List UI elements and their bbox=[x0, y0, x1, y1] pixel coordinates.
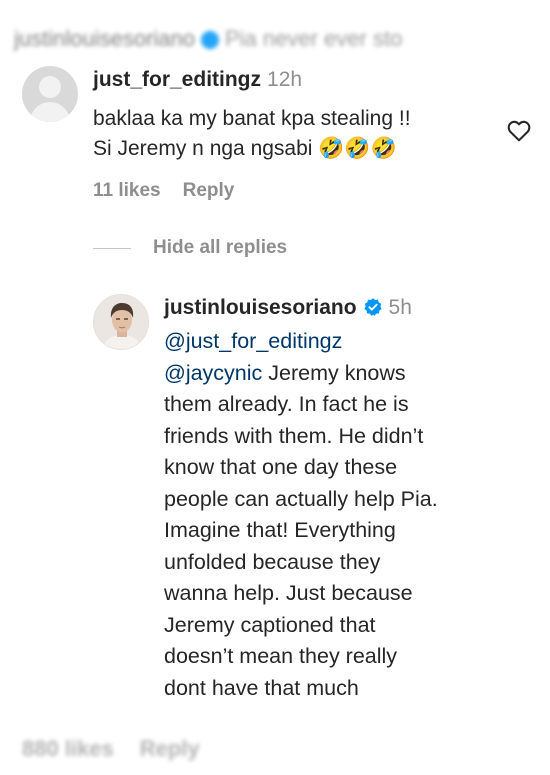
blurred-reply: Reply bbox=[139, 736, 200, 761]
hide-replies-label[interactable]: Hide all replies bbox=[153, 237, 287, 258]
comment-line-1: baklaa ka my banat kpa stealing !! bbox=[93, 107, 411, 130]
blurred-username: justinlouisesoriano bbox=[14, 26, 195, 51]
reply-line: Imagine that! Everything bbox=[164, 518, 396, 542]
reply-line: them already. In fact he is bbox=[164, 392, 409, 416]
reply-time: 5h bbox=[388, 296, 412, 319]
comment-header: just_for_editingz 12h bbox=[93, 68, 302, 92]
reply-mention-line: @just_for_editingz bbox=[164, 326, 544, 358]
hide-replies-toggle[interactable]: Hide all replies bbox=[93, 237, 287, 261]
reply-line-1: @jaycynic Jeremy knows bbox=[164, 358, 544, 390]
comment-text: baklaa ka my banat kpa stealing !! Si Je… bbox=[93, 104, 503, 164]
blurred-next-comment-meta: 880 likes Reply bbox=[0, 712, 550, 775]
heart-outline-icon[interactable] bbox=[506, 118, 532, 144]
reply-line: friends with them. He didn’t bbox=[164, 423, 424, 448]
reply-line: people can actually help Pia. bbox=[164, 486, 438, 511]
reply-header: justinlouisesoriano 5h bbox=[164, 296, 412, 320]
hide-replies-divider bbox=[93, 247, 131, 249]
reply-line: doesn’t mean they really bbox=[164, 644, 398, 668]
verified-badge-icon bbox=[363, 298, 382, 316]
reply-line: dont have that much bbox=[164, 675, 359, 700]
reply-username[interactable]: justinlouisesoriano bbox=[164, 296, 357, 319]
comment-likes-count[interactable]: 11 likes bbox=[93, 180, 161, 201]
reply-text: @just_for_editingz @jaycynic Jeremy know… bbox=[164, 326, 544, 704]
profile-photo-icon bbox=[94, 295, 148, 349]
reply-line: Jeremy captioned that bbox=[164, 612, 376, 637]
comment-time: 12h bbox=[267, 68, 303, 91]
blurred-previous-comment: justinlouisesoriano Pia never ever sto bbox=[0, 0, 550, 56]
blurred-verified-icon bbox=[201, 31, 219, 49]
reply-line-text: Jeremy knows bbox=[262, 360, 406, 385]
comment-username[interactable]: just_for_editingz bbox=[93, 68, 261, 91]
mention-link[interactable]: @jaycynic bbox=[164, 361, 262, 385]
reply-line: unfolded because they bbox=[164, 549, 381, 574]
comment-meta: 11 likes Reply bbox=[93, 180, 234, 202]
blurred-comment-text: Pia never ever sto bbox=[225, 26, 403, 51]
blurred-likes: 880 likes bbox=[22, 736, 114, 761]
default-avatar-icon[interactable] bbox=[22, 66, 78, 122]
comment-reply-button[interactable]: Reply bbox=[183, 180, 235, 201]
comment-line-2: Si Jeremy n nga ngsabi 🤣🤣🤣 bbox=[93, 137, 397, 160]
blurred-meta-text: 880 likes Reply bbox=[22, 736, 200, 762]
blurred-previous-comment-text: justinlouisesoriano Pia never ever sto bbox=[14, 26, 402, 52]
reply-line: wanna help. Just because bbox=[164, 581, 413, 605]
mention-link[interactable]: @just_for_editingz bbox=[164, 329, 342, 353]
reply-line: know that one day these bbox=[164, 455, 398, 479]
profile-avatar[interactable] bbox=[93, 294, 149, 350]
